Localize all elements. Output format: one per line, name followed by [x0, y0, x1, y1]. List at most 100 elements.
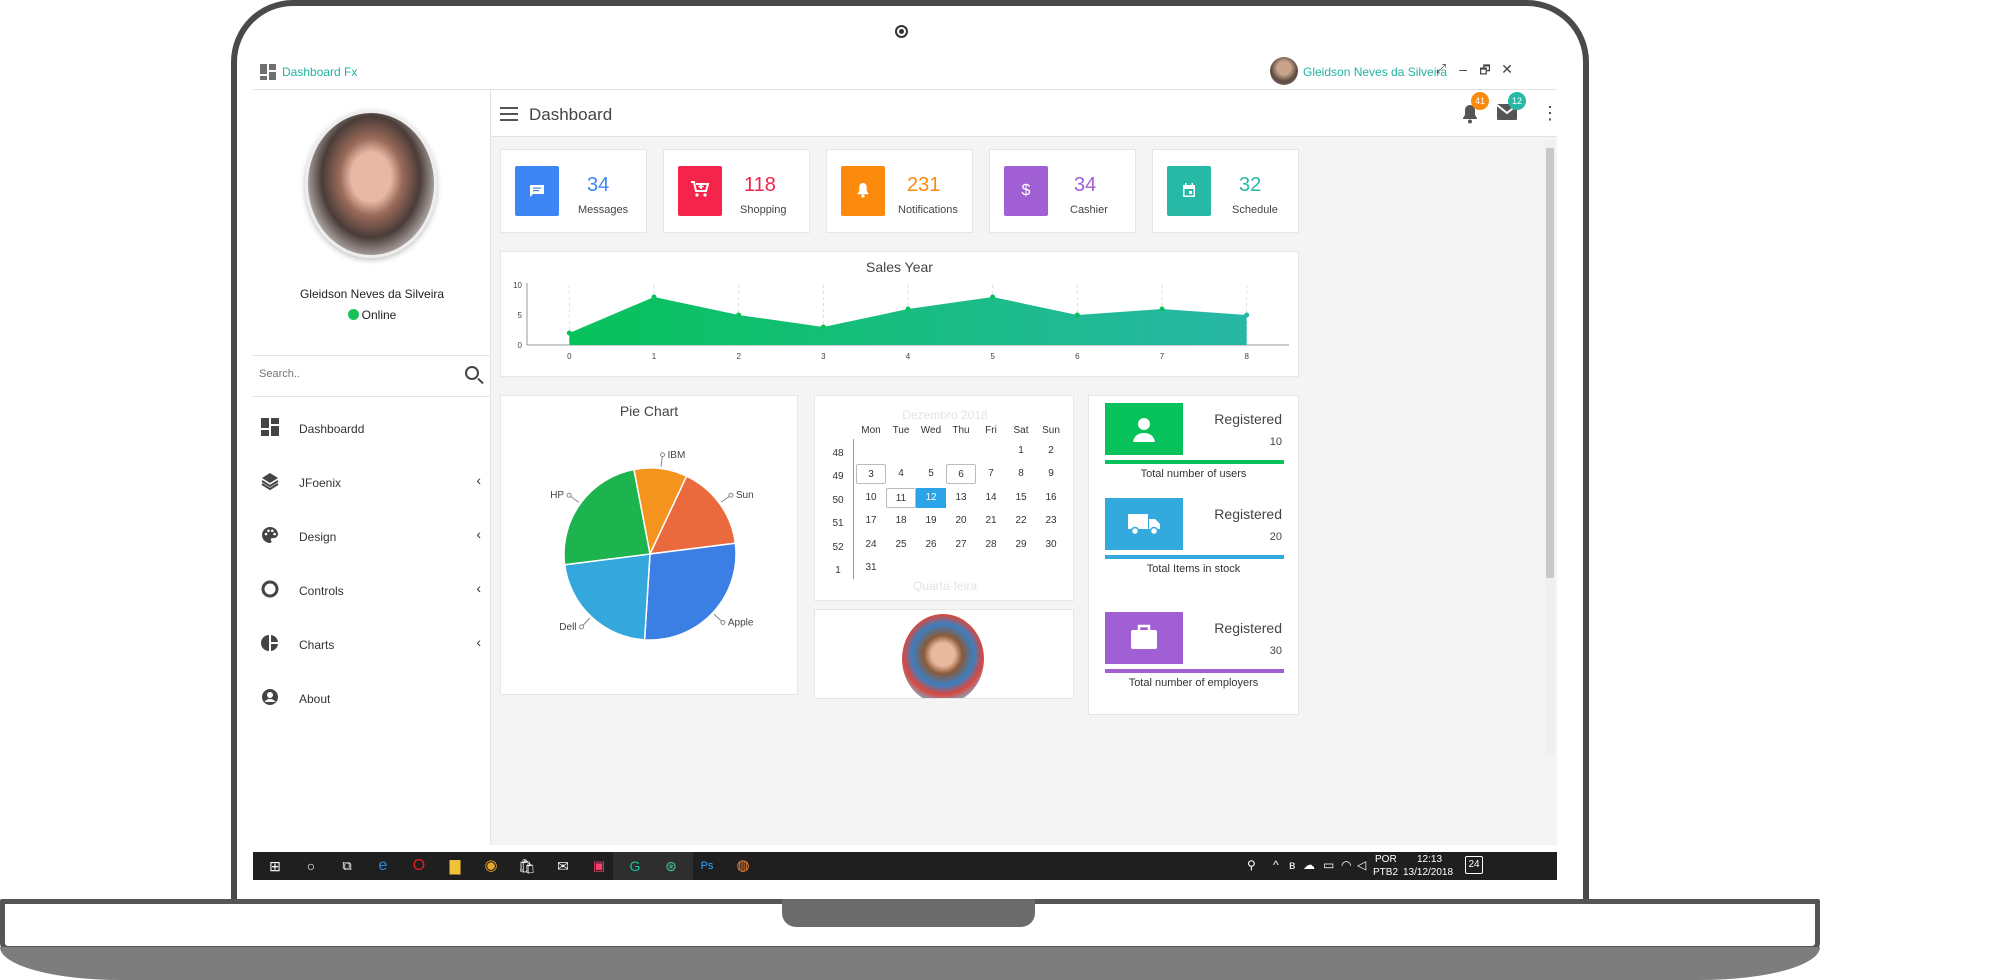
calendar-day[interactable]: 17 — [856, 511, 886, 531]
tray-chevron-icon[interactable]: ^ — [1273, 858, 1279, 872]
search-icon[interactable] — [465, 366, 479, 380]
sidebar-item-jfoenix[interactable]: JFoenix ‹ — [253, 452, 491, 506]
sidebar-item-about[interactable]: About — [253, 668, 491, 722]
calendar-day[interactable]: 8 — [1006, 464, 1036, 484]
keyboard-layout[interactable]: PTB2 — [1373, 867, 1398, 878]
calendar-day[interactable]: 15 — [1006, 488, 1036, 508]
pie-leader-dot — [660, 452, 666, 458]
calendar-day[interactable]: 5 — [916, 464, 946, 484]
calendar-day[interactable]: 13 — [946, 488, 976, 508]
people-icon[interactable]: ⚲ — [1247, 858, 1256, 872]
calendar-day[interactable]: 23 — [1036, 511, 1066, 531]
calendar-day[interactable]: 19 — [916, 511, 946, 531]
calendar-day[interactable]: 20 — [946, 511, 976, 531]
dashboard-icon — [261, 418, 281, 438]
sidebar-item-label: Charts — [299, 638, 335, 652]
calendar-day[interactable]: 14 — [976, 488, 1006, 508]
hamburger-menu-icon[interactable] — [500, 107, 518, 121]
stat-card-messages[interactable]: 34 Messages — [500, 149, 647, 233]
volume-icon[interactable]: ◁ — [1357, 858, 1366, 872]
photo-card — [814, 609, 1074, 699]
calendar-day-selected[interactable]: 12 — [916, 487, 946, 508]
stat-card-cashier[interactable]: $ 34 Cashier — [989, 149, 1136, 233]
stat-label: Shopping — [740, 204, 787, 216]
pie-slice — [643, 542, 737, 641]
title-bar[interactable]: Dashboard Fx Gleidson Neves da Silveira … — [253, 55, 1557, 89]
sidebar-item-dashboard[interactable]: Dashboardd — [253, 398, 491, 452]
user-name[interactable]: Gleidson Neves da Silveira — [1303, 65, 1447, 79]
calendar-day[interactable]: 29 — [1006, 535, 1036, 555]
y-tick-label: 10 — [513, 281, 522, 290]
calendar-day[interactable]: 16 — [1036, 488, 1066, 508]
app-window: Dashboard Fx Gleidson Neves da Silveira … — [253, 55, 1557, 880]
calendar-day[interactable]: 3 — [856, 464, 886, 485]
chevron-left-icon: ‹ — [476, 634, 481, 650]
sidebar-item-controls[interactable]: Controls ‹ — [253, 560, 491, 614]
pie-leader-dot — [720, 619, 726, 625]
clock-date[interactable]: 13/12/2018 — [1403, 867, 1453, 878]
stat-label: Notifications — [898, 204, 958, 216]
sales-year-card: Sales Year 0 1 2 3 4 5 6 7 8 0 5 10 — [500, 251, 1299, 377]
calendar-day[interactable]: 27 — [946, 535, 976, 555]
calendar-week-number: 50 — [832, 494, 844, 506]
battery-icon[interactable]: ▭ — [1323, 858, 1334, 872]
calendar-day-header: Mon — [861, 425, 881, 436]
search-input[interactable] — [259, 368, 449, 380]
calendar-day[interactable]: 1 — [1006, 441, 1036, 461]
calendar-day[interactable]: 26 — [916, 535, 946, 555]
action-center-icon[interactable]: 24 — [1465, 856, 1483, 874]
bluetooth-icon[interactable]: ʙ — [1289, 858, 1295, 872]
app-title: Dashboard Fx — [282, 65, 358, 79]
registered-title: Registered — [1214, 506, 1282, 522]
scrollbar-thumb[interactable] — [1546, 148, 1554, 578]
calendar-day[interactable]: 4 — [886, 464, 916, 484]
stat-card-schedule[interactable]: 32 Schedule — [1152, 149, 1299, 233]
calendar-day[interactable]: 9 — [1036, 464, 1066, 484]
calendar-day[interactable]: 21 — [976, 511, 1006, 531]
user-avatar[interactable] — [1270, 57, 1298, 85]
sidebar: Gleidson Neves da Silveira Online Dashbo… — [253, 89, 491, 845]
calendar-day[interactable]: 31 — [856, 558, 886, 578]
calendar-day[interactable]: 11 — [886, 487, 916, 508]
calendar-day[interactable]: 25 — [886, 535, 916, 555]
language-code[interactable]: POR — [1375, 854, 1397, 865]
calendar-day-header: Fri — [985, 425, 997, 436]
calendar-day[interactable]: 18 — [886, 511, 916, 531]
pie-leader-dot — [728, 492, 734, 498]
laptop-notch — [782, 899, 1035, 927]
cart-plus-icon — [678, 166, 722, 216]
calendar-card: Dezembro 2018 Mon Tue Wed Thu Fri Sat Sun 48 1 2 4… — [814, 395, 1074, 601]
calendar-day[interactable]: 24 — [856, 535, 886, 555]
firefox-icon[interactable]: ◍ — [721, 852, 765, 880]
close-button[interactable]: ✕ — [1497, 61, 1517, 78]
fullscreen-button[interactable]: ⤢ — [1431, 61, 1451, 77]
calendar-day[interactable]: 28 — [976, 535, 1006, 555]
restore-button[interactable]: 🗗 — [1475, 61, 1495, 82]
calendar-day[interactable]: 30 — [1036, 535, 1066, 555]
sidebar-item-design[interactable]: Design ‹ — [253, 506, 491, 560]
minimize-button[interactable]: – — [1453, 61, 1473, 77]
chevron-left-icon: ‹ — [476, 472, 481, 488]
stat-card-shopping[interactable]: 118 Shopping — [663, 149, 810, 233]
calendar-day[interactable]: 2 — [1036, 441, 1066, 461]
stat-card-notifications[interactable]: 231 Notifications — [826, 149, 973, 233]
calendar-icon — [1167, 166, 1211, 216]
stat-label: Messages — [578, 204, 629, 216]
calendar-day[interactable]: 6 — [946, 464, 976, 485]
wifi-icon[interactable]: ◠ — [1341, 858, 1351, 872]
stat-value: 34 — [1074, 174, 1097, 196]
pie-leader-dot — [566, 492, 572, 498]
calendar-day[interactable]: 22 — [1006, 511, 1036, 531]
calendar-day[interactable]: 7 — [976, 464, 1006, 484]
briefcase-icon — [1105, 612, 1183, 664]
onedrive-icon[interactable]: ☁ — [1303, 858, 1315, 872]
calendar-day-header: Wed — [920, 425, 942, 436]
calendar-day[interactable]: 10 — [856, 488, 886, 508]
registered-value: 30 — [1269, 645, 1282, 657]
sidebar-item-label: Design — [299, 530, 337, 544]
more-vert-icon[interactable]: ⋮ — [1541, 103, 1557, 124]
x-tick-label: 8 — [1244, 352, 1249, 361]
vertical-scrollbar[interactable] — [1545, 140, 1555, 756]
clock-time[interactable]: 12:13 — [1417, 854, 1442, 865]
sidebar-item-charts[interactable]: Charts ‹ — [253, 614, 491, 668]
